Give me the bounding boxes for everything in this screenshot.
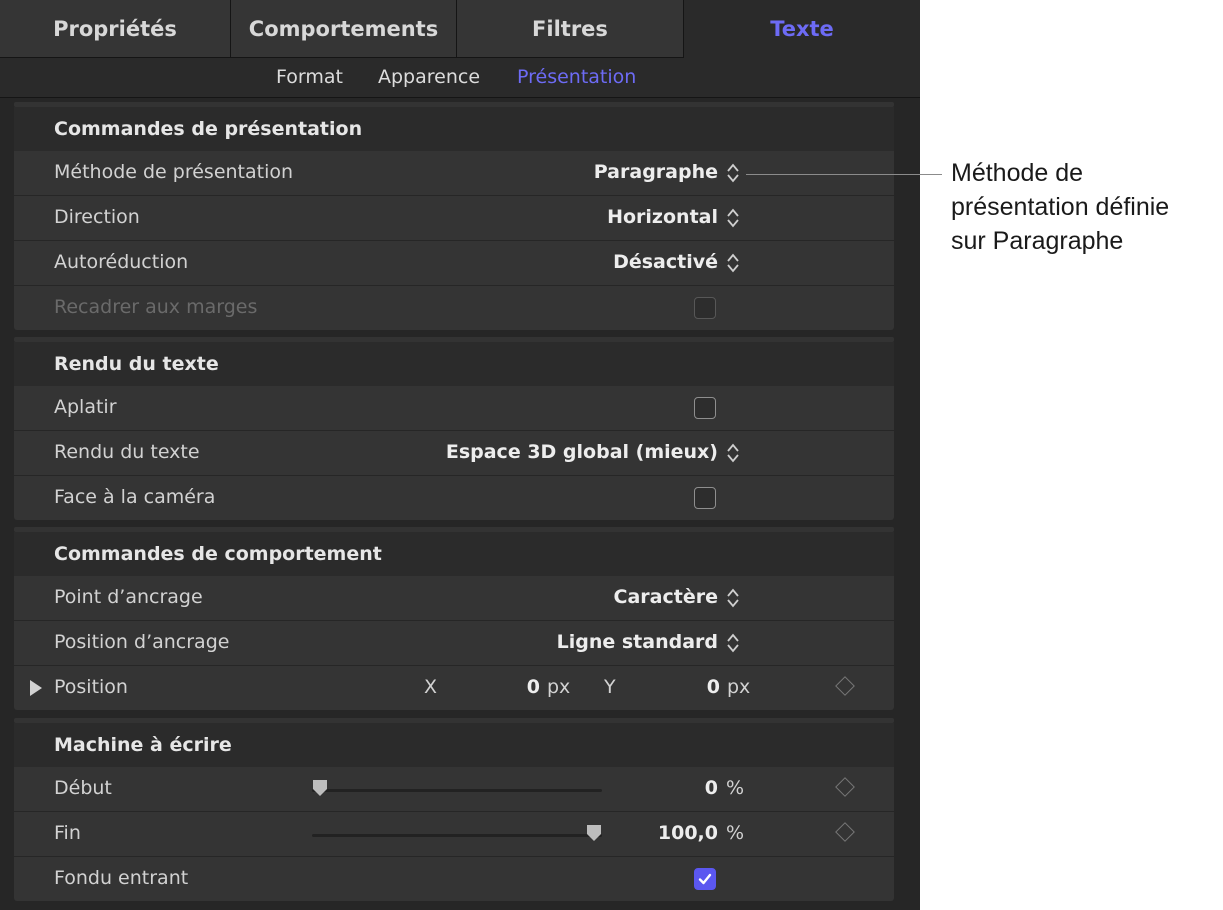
callout-line xyxy=(746,174,942,175)
keyframe-diamond-icon[interactable] xyxy=(835,676,855,696)
stepper-arrows-icon[interactable] xyxy=(726,162,740,184)
group-header: Rendu du texte xyxy=(14,342,894,386)
tab-filters[interactable]: Filtres xyxy=(457,0,684,58)
tab-properties[interactable]: Propriétés xyxy=(0,0,231,58)
direction-label: Direction xyxy=(54,206,140,228)
flatten-label: Aplatir xyxy=(54,396,117,418)
fade-in-label: Fondu entrant xyxy=(54,867,189,889)
layout-method-label: Méthode de présentation xyxy=(54,161,294,183)
end-value[interactable]: 100,0 xyxy=(634,822,718,844)
anchor-point-row: Point d’ancrage Caractère xyxy=(14,576,894,620)
fade-in-row: Fondu entrant xyxy=(14,857,894,901)
render-row: Rendu du texte Espace 3D global (mieux) xyxy=(14,431,894,475)
stepper-arrows-icon[interactable] xyxy=(726,207,740,229)
keyframe-diamond-icon[interactable] xyxy=(835,777,855,797)
face-camera-row: Face à la caméra xyxy=(14,476,894,520)
inspector-panel: Propriétés Comportements Filtres Texte F… xyxy=(0,0,920,910)
position-x-unit: px xyxy=(547,676,571,698)
auto-shrink-popup[interactable]: Désactivé xyxy=(613,251,718,273)
direction-popup[interactable]: Horizontal xyxy=(607,206,718,228)
anchor-position-popup[interactable]: Ligne standard xyxy=(557,631,718,653)
reframe-checkbox[interactable] xyxy=(694,297,716,319)
slider-thumb-icon[interactable] xyxy=(586,824,602,842)
layout-method-row: Méthode de présentation Paragraphe xyxy=(14,151,894,195)
callout-line-3: sur Paragraphe xyxy=(951,227,1124,255)
anchor-position-label: Position d’ancrage xyxy=(54,631,230,653)
keyframe-diamond-icon[interactable] xyxy=(835,822,855,842)
group-header: Commandes de comportement xyxy=(14,532,894,576)
start-value[interactable]: 0 xyxy=(654,777,718,799)
stepper-arrows-icon[interactable] xyxy=(726,442,740,464)
flatten-row: Aplatir xyxy=(14,386,894,430)
start-label: Début xyxy=(54,777,112,799)
text-subtabs: Format Apparence Présentation xyxy=(0,58,920,98)
end-unit: % xyxy=(726,822,745,844)
render-label: Rendu du texte xyxy=(54,441,200,463)
fade-in-checkbox[interactable] xyxy=(694,868,716,890)
anchor-point-label: Point d’ancrage xyxy=(54,586,203,608)
stepper-arrows-icon[interactable] xyxy=(726,587,740,609)
render-popup[interactable]: Espace 3D global (mieux) xyxy=(446,441,718,463)
subtab-appearance[interactable]: Apparence xyxy=(378,66,480,88)
disclosure-triangle-icon[interactable] xyxy=(30,680,42,696)
group-header: Machine à écrire xyxy=(14,723,894,767)
checkmark-icon xyxy=(698,873,712,885)
position-row: Position X 0 px Y 0 px xyxy=(14,666,894,710)
direction-row: Direction Horizontal xyxy=(14,196,894,240)
flatten-checkbox[interactable] xyxy=(694,397,716,419)
start-row: Début 0 % xyxy=(14,767,894,811)
position-y-unit: px xyxy=(727,676,751,698)
start-slider-track[interactable] xyxy=(312,789,602,792)
end-label: Fin xyxy=(54,822,81,844)
behavior-controls-group: Commandes de comportement Point d’ancrag… xyxy=(14,527,894,710)
position-x-label: X xyxy=(424,676,438,698)
tab-text[interactable]: Texte xyxy=(684,0,920,58)
stepper-arrows-icon[interactable] xyxy=(726,252,740,274)
slider-thumb-icon[interactable] xyxy=(312,779,328,797)
start-unit: % xyxy=(726,777,745,799)
tab-behaviors[interactable]: Comportements xyxy=(231,0,457,58)
inspector-tabs: Propriétés Comportements Filtres Texte xyxy=(0,0,920,58)
group-header: Commandes de présentation xyxy=(14,107,894,151)
position-x-value[interactable]: 0 xyxy=(484,676,540,698)
position-label: Position xyxy=(54,676,128,698)
text-rendering-group: Rendu du texte Aplatir Rendu du texte Es… xyxy=(14,337,894,520)
callout-line-2: présentation définie xyxy=(951,193,1170,221)
stepper-arrows-icon[interactable] xyxy=(726,632,740,654)
face-camera-label: Face à la caméra xyxy=(54,486,216,508)
end-slider-track[interactable] xyxy=(312,834,602,837)
subtab-format[interactable]: Format xyxy=(276,66,343,88)
anchor-position-row: Position d’ancrage Ligne standard xyxy=(14,621,894,665)
anchor-point-popup[interactable]: Caractère xyxy=(614,586,718,608)
callout-annotation: Méthode de présentation définie sur Para… xyxy=(951,156,1221,258)
face-camera-checkbox[interactable] xyxy=(694,487,716,509)
layout-method-popup[interactable]: Paragraphe xyxy=(594,161,718,183)
position-y-value[interactable]: 0 xyxy=(664,676,720,698)
position-y-label: Y xyxy=(604,676,616,698)
callout-line-1: Méthode de xyxy=(951,159,1084,187)
layout-controls-group: Commandes de présentation Méthode de pré… xyxy=(14,102,894,330)
reframe-label: Recadrer aux marges xyxy=(54,296,258,318)
auto-shrink-label: Autoréduction xyxy=(54,251,189,273)
end-row: Fin 100,0 % xyxy=(14,812,894,856)
typewriter-group: Machine à écrire Début 0 % Fin 100,0 % F… xyxy=(14,718,894,901)
reframe-row: Recadrer aux marges xyxy=(14,286,894,330)
subtab-layout[interactable]: Présentation xyxy=(517,66,636,88)
auto-shrink-row: Autoréduction Désactivé xyxy=(14,241,894,285)
